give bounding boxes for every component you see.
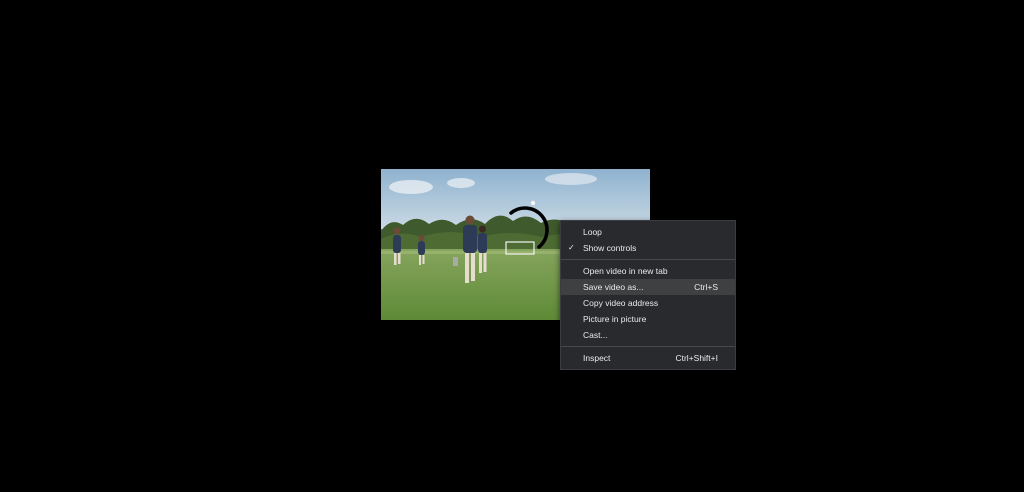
menu-item-inspect[interactable]: Inspect Ctrl+Shift+I [561, 350, 735, 366]
context-menu: Loop ✓ Show controls Open video in new t… [560, 220, 736, 370]
menu-item-shortcut: Ctrl+Shift+I [675, 353, 718, 363]
menu-item-loop[interactable]: Loop [561, 224, 735, 240]
menu-item-label: Show controls [583, 243, 637, 253]
menu-item-label: Picture in picture [583, 314, 647, 324]
menu-item-save-video-as[interactable]: Save video as... Ctrl+S [561, 279, 735, 295]
page-background: Loop ✓ Show controls Open video in new t… [0, 0, 1024, 492]
menu-item-label: Copy video address [583, 298, 659, 308]
menu-item-label: Open video in new tab [583, 266, 668, 276]
menu-separator [561, 259, 735, 260]
menu-item-label: Save video as... [583, 282, 644, 292]
checkmark-icon: ✓ [568, 243, 575, 252]
menu-separator [561, 346, 735, 347]
menu-item-open-video-new-tab[interactable]: Open video in new tab [561, 263, 735, 279]
menu-item-label: Inspect [583, 353, 611, 363]
menu-item-label: Cast... [583, 330, 608, 340]
menu-item-picture-in-picture[interactable]: Picture in picture [561, 311, 735, 327]
menu-item-show-controls[interactable]: ✓ Show controls [561, 240, 735, 256]
menu-item-copy-video-address[interactable]: Copy video address [561, 295, 735, 311]
menu-item-shortcut: Ctrl+S [694, 282, 718, 292]
menu-item-label: Loop [583, 227, 602, 237]
menu-item-cast[interactable]: Cast... [561, 327, 735, 343]
